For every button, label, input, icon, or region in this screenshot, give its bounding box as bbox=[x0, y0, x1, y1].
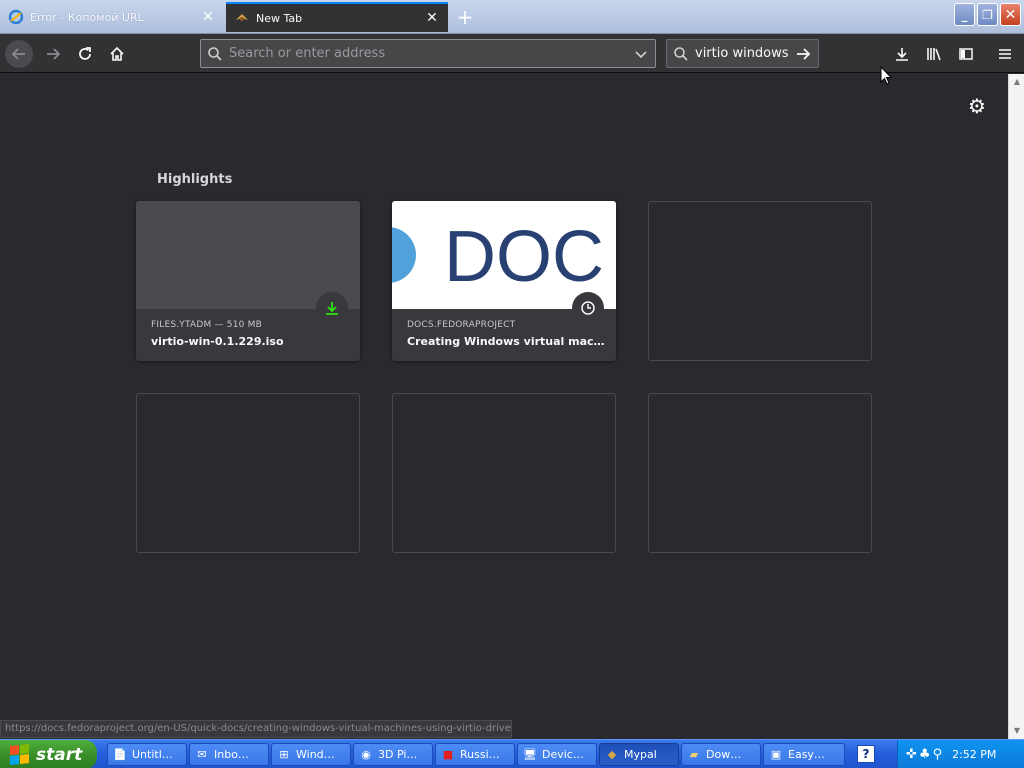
maximize-button[interactable]: ❐ bbox=[977, 3, 998, 26]
minimize-button[interactable]: _ bbox=[954, 3, 975, 26]
section-title: Highlights bbox=[157, 172, 233, 187]
windows-icon: ⊞ bbox=[279, 748, 289, 761]
app-icon: ■ bbox=[442, 748, 454, 761]
taskbar-item-mypal[interactable]: ◆ Mypal bbox=[599, 743, 679, 766]
scroll-up-arrow-icon[interactable]: ▲ bbox=[1012, 77, 1022, 87]
vertical-scrollbar[interactable]: ▲ ▼ bbox=[1008, 74, 1024, 739]
browser-window: Error - Копомой URL ✕ New Tab ✕ + _ ❐ ✕ bbox=[0, 0, 1024, 768]
start-button[interactable]: start bbox=[0, 740, 97, 768]
new-tab-button[interactable]: + bbox=[452, 4, 478, 30]
taskbar: start 📄 Untitl… ✉ Inbo… ⊞ Wind… ◉ 3D Pi…… bbox=[0, 739, 1024, 768]
task-label: Untitl… bbox=[132, 748, 173, 761]
home-icon bbox=[110, 46, 124, 61]
task-label: Inbo… bbox=[214, 748, 249, 761]
search-input[interactable] bbox=[695, 46, 790, 61]
empty-highlight-slot bbox=[648, 393, 872, 553]
clock: 2:52 PM bbox=[952, 748, 997, 761]
tab-strip: Error - Копомой URL ✕ New Tab ✕ + _ ❐ ✕ bbox=[0, 0, 1024, 34]
task-label: Wind… bbox=[296, 748, 335, 761]
docs-logo-text: DOC bbox=[444, 217, 604, 297]
search-go-arrow-icon[interactable] bbox=[790, 46, 816, 62]
card-title: Creating Windows virtual machi… bbox=[407, 335, 607, 348]
mail-icon: ✉ bbox=[197, 748, 207, 761]
folder-icon: ▰ bbox=[689, 748, 699, 761]
taskbar-item-inbox[interactable]: ✉ Inbo… bbox=[189, 743, 269, 766]
taskbar-item-downloads[interactable]: ▰ Dow… bbox=[681, 743, 761, 766]
task-label: 3D Pi… bbox=[378, 748, 418, 761]
start-label: start bbox=[36, 744, 83, 765]
taskbar-item-easy[interactable]: ▣ Easy… bbox=[763, 743, 845, 766]
empty-highlight-slot bbox=[392, 393, 616, 553]
download-icon bbox=[896, 48, 908, 61]
device-manager-icon: 🖥 bbox=[523, 748, 537, 761]
search-bar[interactable] bbox=[666, 39, 819, 68]
clock-icon bbox=[572, 292, 604, 324]
library-icon bbox=[927, 48, 941, 61]
tab-error[interactable]: Error - Копомой URL ✕ bbox=[0, 2, 224, 32]
forward-arrow-icon bbox=[47, 48, 61, 60]
help-icon[interactable]: ? bbox=[857, 745, 875, 763]
gear-icon[interactable]: ⚙ bbox=[966, 94, 988, 118]
notepad-icon: 📄 bbox=[113, 748, 127, 761]
pinball-icon: ◉ bbox=[361, 748, 371, 761]
chevron-down-icon[interactable] bbox=[627, 47, 655, 61]
reload-button[interactable] bbox=[71, 40, 99, 68]
library-button[interactable] bbox=[920, 40, 948, 68]
sidebar-icon bbox=[959, 48, 973, 60]
back-arrow-icon bbox=[11, 48, 25, 60]
sidebar-button[interactable] bbox=[952, 40, 980, 68]
mypal-icon bbox=[234, 10, 250, 26]
highlight-card[interactable]: FILES.YTADM — 510 MB virtio-win-0.1.229.… bbox=[136, 201, 360, 361]
shield-icon[interactable]: ♣ bbox=[919, 747, 931, 762]
card-title: virtio-win-0.1.229.iso bbox=[151, 335, 284, 348]
status-url: https://docs.fedoraproject.org/en-US/qui… bbox=[0, 720, 512, 738]
ie-error-icon bbox=[8, 9, 24, 25]
close-window-button[interactable]: ✕ bbox=[1000, 3, 1021, 26]
forward-button[interactable] bbox=[39, 40, 67, 68]
task-label: Mypal bbox=[624, 748, 657, 761]
tab-title: New Tab bbox=[256, 11, 303, 25]
taskbar-item-russian[interactable]: ■ Russi… bbox=[435, 743, 515, 766]
system-tray: ✜ ♣ ⚲ 2:52 PM bbox=[897, 740, 1024, 768]
taskbar-item-windows[interactable]: ⊞ Wind… bbox=[271, 743, 351, 766]
taskbar-item-device-manager[interactable]: 🖥 Devic… bbox=[517, 743, 597, 766]
task-label: Dow… bbox=[706, 748, 742, 761]
scroll-down-arrow-icon[interactable]: ▼ bbox=[1012, 726, 1022, 736]
tab-title: Error - Копомой URL bbox=[30, 10, 144, 24]
magnifier-icon[interactable]: ⚲ bbox=[933, 747, 943, 762]
empty-highlight-slot bbox=[648, 201, 872, 361]
back-button[interactable] bbox=[5, 40, 33, 68]
download-icon bbox=[316, 292, 348, 324]
search-icon bbox=[667, 46, 695, 62]
downloads-button[interactable] bbox=[888, 40, 916, 68]
close-tab-icon[interactable]: ✕ bbox=[200, 9, 216, 25]
network-icon[interactable]: ✜ bbox=[906, 747, 917, 762]
nav-toolbar bbox=[0, 34, 1024, 73]
tray-icons: ✜ ♣ ⚲ bbox=[906, 747, 942, 762]
highlight-card[interactable]: DOC DOCS.FEDORAPROJECT Creating Windows … bbox=[392, 201, 616, 361]
card-meta: FILES.YTADM — 510 MB bbox=[151, 320, 262, 330]
app-icon: ▣ bbox=[770, 748, 782, 761]
empty-highlight-slot bbox=[136, 393, 360, 553]
mouse-cursor-icon bbox=[880, 66, 892, 85]
task-label: Easy… bbox=[788, 748, 825, 761]
url-bar[interactable] bbox=[200, 39, 656, 68]
windows-flag-icon bbox=[10, 743, 30, 765]
hamburger-menu-button[interactable] bbox=[991, 40, 1019, 68]
taskbar-item-pinball[interactable]: ◉ 3D Pi… bbox=[353, 743, 433, 766]
reload-icon bbox=[79, 47, 91, 60]
hamburger-icon bbox=[999, 49, 1011, 59]
task-label: Devic… bbox=[542, 748, 584, 761]
search-icon bbox=[201, 46, 229, 62]
close-tab-icon[interactable]: ✕ bbox=[424, 10, 440, 26]
card-meta: DOCS.FEDORAPROJECT bbox=[407, 320, 516, 330]
tab-new-tab[interactable]: New Tab ✕ bbox=[226, 2, 448, 32]
mypal-icon: ◆ bbox=[607, 748, 617, 761]
new-tab-page: ⚙ Highlights FILES.YTADM — 510 MB virtio… bbox=[0, 74, 1008, 722]
taskbar-item-notepad[interactable]: 📄 Untitl… bbox=[107, 743, 187, 766]
task-label: Russi… bbox=[460, 748, 500, 761]
home-button[interactable] bbox=[103, 40, 131, 68]
url-input[interactable] bbox=[229, 46, 627, 61]
